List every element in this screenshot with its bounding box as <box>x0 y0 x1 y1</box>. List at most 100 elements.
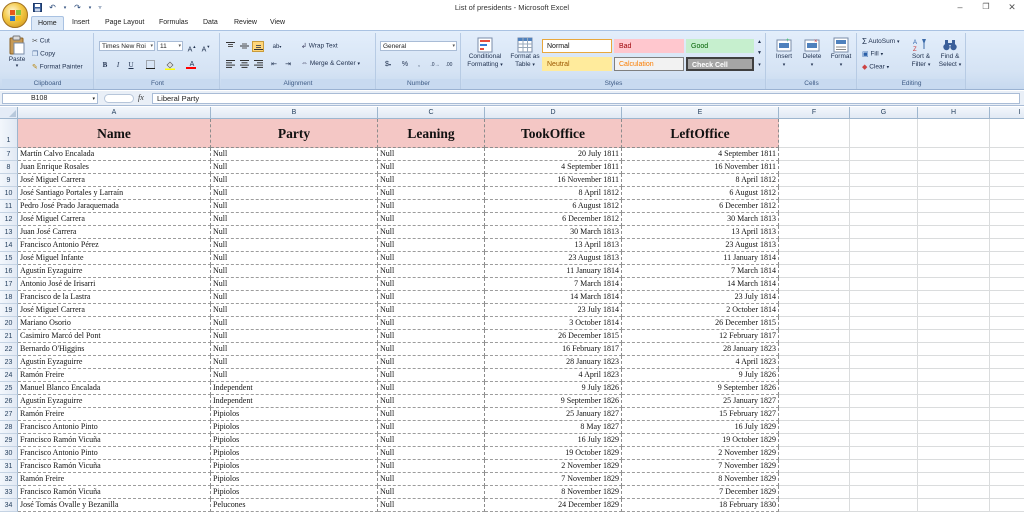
table-cell[interactable]: 8 May 1827 <box>485 421 622 434</box>
table-cell[interactable]: Null <box>211 187 378 200</box>
style-neutral[interactable]: Neutral <box>542 57 612 71</box>
empty-cell[interactable] <box>918 317 990 330</box>
table-cell[interactable]: 8 April 1812 <box>622 174 779 187</box>
table-cell[interactable]: 15 February 1827 <box>622 408 779 421</box>
table-cell[interactable]: 20 July 1811 <box>485 148 622 161</box>
style-good[interactable]: Good <box>686 39 754 53</box>
tab-page-layout[interactable]: Page Layout <box>105 16 144 31</box>
empty-cell[interactable] <box>850 291 918 304</box>
empty-cell[interactable] <box>918 226 990 239</box>
table-cell[interactable]: 13 April 1813 <box>485 239 622 252</box>
wrap-text-button[interactable]: ↲ Wrap Text <box>301 42 338 50</box>
column-header-c[interactable]: C <box>378 107 485 119</box>
header-cell-tookoffice[interactable]: TookOffice <box>485 119 622 148</box>
table-cell[interactable]: Bernardo O'Higgins <box>18 343 211 356</box>
table-cell[interactable]: 13 April 1813 <box>622 226 779 239</box>
table-cell[interactable]: Null <box>211 239 378 252</box>
empty-cell[interactable] <box>918 434 990 447</box>
table-cell[interactable]: 25 January 1827 <box>485 408 622 421</box>
empty-cell[interactable] <box>918 213 990 226</box>
table-cell[interactable]: 2 November 1829 <box>485 460 622 473</box>
empty-cell[interactable] <box>850 330 918 343</box>
table-cell[interactable]: Null <box>211 265 378 278</box>
empty-cell[interactable] <box>918 278 990 291</box>
table-cell[interactable]: 4 April 1823 <box>622 356 779 369</box>
row-header[interactable]: 17 <box>0 278 18 291</box>
table-cell[interactable]: Juan José Carrera <box>18 226 211 239</box>
table-cell[interactable]: Null <box>378 317 485 330</box>
table-cell[interactable]: Francisco Antonio Pinto <box>18 447 211 460</box>
clear-button[interactable]: ◆ Clear ▾ <box>862 63 889 71</box>
table-cell[interactable]: José Miguel Carrera <box>18 304 211 317</box>
table-cell[interactable]: 19 October 1829 <box>622 434 779 447</box>
table-cell[interactable]: Pipiolos <box>211 421 378 434</box>
empty-cell[interactable] <box>850 148 918 161</box>
table-cell[interactable]: Pipiolos <box>211 447 378 460</box>
autosum-button[interactable]: Σ AutoSum ▾ <box>862 37 899 46</box>
table-cell[interactable]: Francisco Antonio Pinto <box>18 421 211 434</box>
empty-cell[interactable] <box>779 395 850 408</box>
name-box[interactable]: B108 ▾ <box>2 93 98 104</box>
empty-cell[interactable] <box>918 356 990 369</box>
empty-cell[interactable] <box>779 421 850 434</box>
table-cell[interactable]: Independent <box>211 395 378 408</box>
table-cell[interactable]: Mariano Osorio <box>18 317 211 330</box>
row-header[interactable]: 21 <box>0 330 18 343</box>
styles-scroll-down-icon[interactable]: ▼ <box>755 48 764 57</box>
empty-cell[interactable] <box>918 291 990 304</box>
empty-cell[interactable] <box>918 239 990 252</box>
empty-cell[interactable] <box>990 460 1024 473</box>
table-cell[interactable]: Null <box>378 330 485 343</box>
empty-cell[interactable] <box>850 239 918 252</box>
table-cell[interactable]: Null <box>211 304 378 317</box>
align-middle-icon[interactable] <box>238 41 250 52</box>
table-cell[interactable]: Pipiolos <box>211 460 378 473</box>
table-cell[interactable]: Pelucones <box>211 499 378 512</box>
table-cell[interactable]: Null <box>211 252 378 265</box>
table-cell[interactable]: 16 November 1811 <box>485 174 622 187</box>
empty-cell[interactable] <box>918 148 990 161</box>
increase-indent-icon[interactable]: ⇥ <box>282 59 294 70</box>
table-cell[interactable]: Francisco de la Lastra <box>18 291 211 304</box>
empty-cell[interactable] <box>779 174 850 187</box>
sort-filter-button[interactable]: AZ Sort & Filter ▾ <box>908 37 934 69</box>
table-cell[interactable]: Null <box>378 200 485 213</box>
row-header[interactable]: 10 <box>0 187 18 200</box>
table-cell[interactable]: Null <box>378 265 485 278</box>
empty-cell[interactable] <box>850 226 918 239</box>
align-center-icon[interactable] <box>238 59 250 70</box>
table-cell[interactable]: 7 November 1829 <box>485 473 622 486</box>
column-header-g[interactable]: G <box>850 107 918 119</box>
empty-cell[interactable] <box>918 395 990 408</box>
empty-cell[interactable] <box>850 174 918 187</box>
empty-cell[interactable] <box>990 119 1024 148</box>
table-cell[interactable]: Null <box>378 499 485 512</box>
column-header-a[interactable]: A <box>18 107 211 119</box>
empty-cell[interactable] <box>850 278 918 291</box>
table-cell[interactable]: Null <box>378 460 485 473</box>
tab-review[interactable]: Review <box>234 16 257 31</box>
row-header[interactable]: 20 <box>0 317 18 330</box>
empty-cell[interactable] <box>918 174 990 187</box>
empty-cell[interactable] <box>990 265 1024 278</box>
table-cell[interactable]: Null <box>378 174 485 187</box>
column-header-f[interactable]: F <box>779 107 850 119</box>
table-cell[interactable]: 2 November 1829 <box>622 447 779 460</box>
merge-center-button[interactable]: ⇔ Merge & Center ▾ <box>301 60 360 67</box>
empty-cell[interactable] <box>779 304 850 317</box>
decrease-indent-icon[interactable]: ⇤ <box>268 59 280 70</box>
table-cell[interactable]: 9 September 1826 <box>622 382 779 395</box>
header-cell-leaning[interactable]: Leaning <box>378 119 485 148</box>
grow-font-icon[interactable]: A▲ <box>186 41 198 53</box>
empty-cell[interactable] <box>990 148 1024 161</box>
column-header-i[interactable]: I <box>990 107 1024 119</box>
row-header[interactable]: 26 <box>0 395 18 408</box>
copy-button[interactable]: ❐ Copy <box>32 50 55 58</box>
table-cell[interactable]: Pipiolos <box>211 486 378 499</box>
empty-cell[interactable] <box>850 265 918 278</box>
tab-insert[interactable]: Insert <box>72 16 90 31</box>
find-select-button[interactable]: Find & Select ▾ <box>936 37 964 69</box>
align-top-icon[interactable] <box>224 41 236 52</box>
empty-cell[interactable] <box>918 161 990 174</box>
style-normal[interactable]: Normal <box>542 39 612 53</box>
